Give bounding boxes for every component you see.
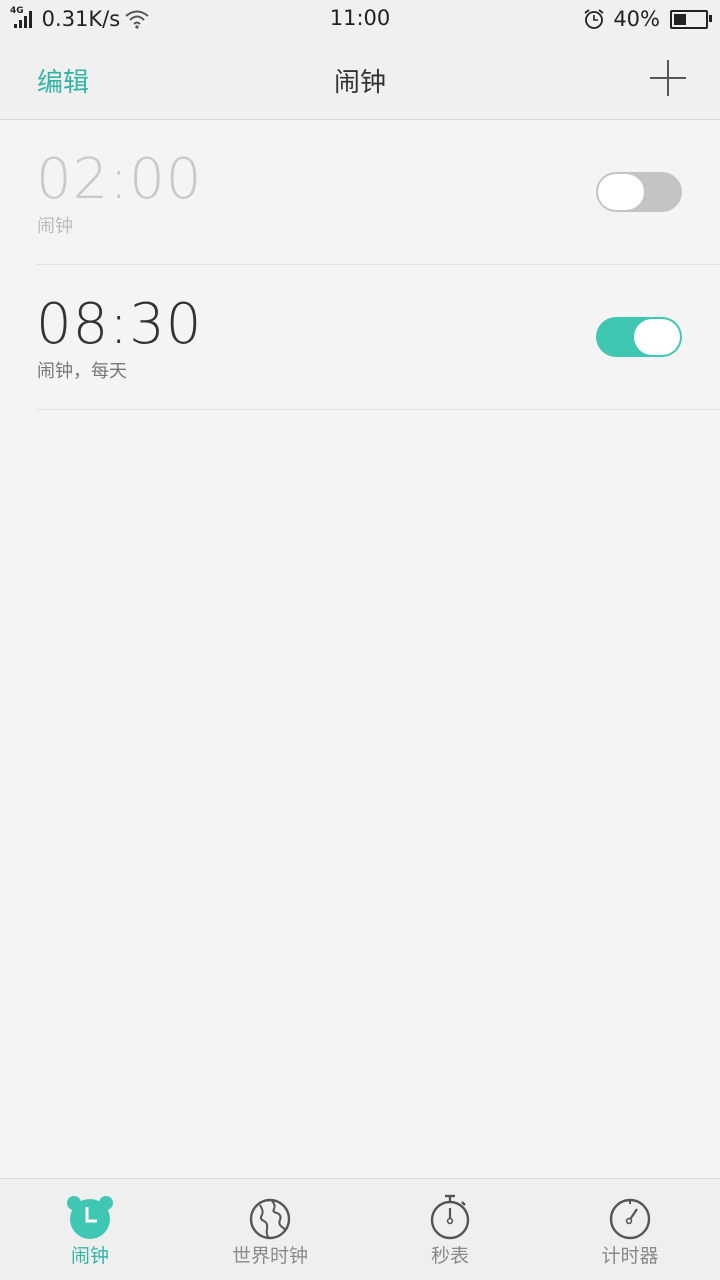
toggle-knob <box>598 174 644 210</box>
alarm-status-icon <box>584 9 604 29</box>
battery-percent: 40% <box>613 7 660 31</box>
alarm-toggle[interactable] <box>596 317 682 357</box>
nav-tab-stopwatch[interactable]: 秒表 <box>360 1179 540 1280</box>
toggle-knob <box>634 319 680 355</box>
alarm-item[interactable]: 02:00 闹钟 <box>36 120 720 265</box>
nav-label: 秒表 <box>430 1245 469 1267</box>
alarm-toggle[interactable] <box>596 172 682 212</box>
nav-tab-world-clock[interactable]: 世界时钟 <box>180 1179 360 1280</box>
alarm-list: 02:00 闹钟 08:30 闹钟，每天 <box>0 120 720 410</box>
battery-icon <box>670 9 712 29</box>
stopwatch-icon <box>430 1194 470 1240</box>
clock-app-screen: 4G 0.31K/s 11:00 40% 编辑 闹钟 02:00 闹钟 08:3… <box>0 0 720 1280</box>
nav-tab-alarm[interactable]: 闹钟 <box>0 1179 180 1280</box>
status-bar: 4G 0.31K/s 11:00 40% <box>0 0 720 38</box>
nav-label: 闹钟 <box>70 1245 109 1267</box>
nav-label: 计时器 <box>601 1245 659 1267</box>
add-alarm-button[interactable] <box>648 58 688 98</box>
app-header: 编辑 闹钟 <box>0 38 720 120</box>
nav-label: 世界时钟 <box>231 1245 308 1267</box>
status-right: 40% <box>583 4 712 34</box>
alarm-clock-icon <box>67 1196 113 1239</box>
timer-icon <box>609 1198 651 1240</box>
alarm-label: 闹钟，每天 <box>37 361 127 382</box>
alarm-label: 闹钟 <box>37 216 73 237</box>
nav-tab-timer[interactable]: 计时器 <box>540 1179 720 1280</box>
alarm-item[interactable]: 08:30 闹钟，每天 <box>36 265 720 410</box>
alarm-time: 08:30 <box>36 292 203 357</box>
globe-icon <box>249 1198 291 1240</box>
page-title: 闹钟 <box>333 68 386 98</box>
bottom-nav: 闹钟 世界时钟 秒表 计时器 <box>0 1178 720 1280</box>
alarm-time: 02:00 <box>36 147 203 212</box>
battery-fill <box>674 13 686 25</box>
